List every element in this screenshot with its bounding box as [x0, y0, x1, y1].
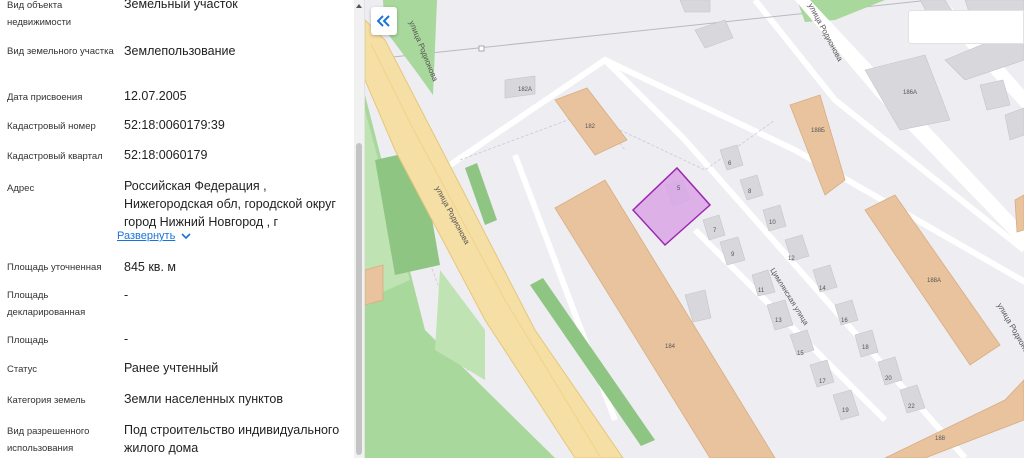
field-value: Земли населенных пунктов — [124, 392, 283, 406]
field-value: Российская Федерация , Нижегородская обл… — [124, 179, 336, 229]
field-value: - — [124, 288, 129, 302]
field-label: Вид разрешенного использования — [7, 426, 90, 454]
field-label: Площадь декларированная — [7, 290, 86, 318]
field-value: 52:18:0060179 — [124, 148, 208, 162]
field-label: Адрес — [7, 183, 35, 194]
building-label: 19 — [842, 408, 849, 414]
field-label: Статус — [7, 364, 38, 375]
field-label: Площадь — [7, 335, 49, 346]
building-label: 16 — [841, 318, 848, 324]
field-value: Ранее учтенный — [124, 361, 219, 375]
building-label: 15 — [797, 351, 804, 357]
building-label: 14 — [819, 286, 826, 292]
building-label: 17 — [819, 379, 826, 385]
building-label: 188А — [927, 278, 941, 284]
expand-address-link[interactable]: Развернуть — [117, 230, 191, 242]
building-label: 13 — [775, 318, 782, 324]
field-value: - — [124, 332, 129, 346]
field-value: Земельный участок — [124, 0, 238, 11]
field-label: Кадастровый квартал — [7, 151, 103, 162]
field-label: Дата присвоения — [7, 92, 83, 103]
double-chevron-left-icon — [377, 15, 390, 27]
chevron-down-icon — [181, 232, 191, 239]
field-value: Под строительство индивидуального жилого… — [124, 423, 340, 455]
building-label: 11 — [758, 288, 765, 294]
scrollbar-thumb[interactable] — [356, 143, 362, 455]
field-value: 845 кв. м — [124, 260, 176, 274]
field-value: 52:18:0060179:39 — [124, 118, 225, 132]
map-search-box[interactable] — [908, 10, 1024, 44]
expand-link-label: Развернуть — [117, 230, 176, 242]
map-view[interactable]: улица Родионова улица Родионова улица Ро… — [365, 0, 1024, 458]
collapse-panel-button[interactable] — [371, 7, 397, 35]
field-value: Землепользование — [124, 44, 236, 58]
field-label: Вид земельного участка — [7, 46, 114, 57]
building-label: 182А — [518, 87, 532, 93]
panel-scrollbar[interactable] — [354, 0, 364, 458]
building-label: 184 — [665, 344, 676, 350]
building-label: 22 — [908, 404, 915, 410]
map-canvas[interactable]: улица Родионова улица Родионова улица Ро… — [365, 0, 1024, 458]
field-label: Площадь уточненная — [7, 262, 102, 273]
building-label: 186А — [903, 90, 917, 96]
field-value: 12.07.2005 — [124, 89, 187, 103]
field-label: Категория земель — [7, 395, 86, 406]
field-label: Вид объекта недвижимости — [7, 0, 72, 28]
building-label: 10 — [769, 220, 776, 226]
building-label: 20 — [885, 376, 892, 382]
triangle-up-icon[interactable] — [354, 1, 364, 11]
field-label: Кадастровый номер — [7, 121, 96, 132]
building-label: 182 — [585, 124, 596, 130]
info-panel: Вид объекта недвижимости Земельный участ… — [0, 0, 365, 458]
building-label: 188Б — [811, 128, 825, 134]
building-label: 18 — [862, 345, 869, 351]
building-label: 188 — [935, 436, 946, 442]
building-label: 12 — [788, 256, 795, 262]
